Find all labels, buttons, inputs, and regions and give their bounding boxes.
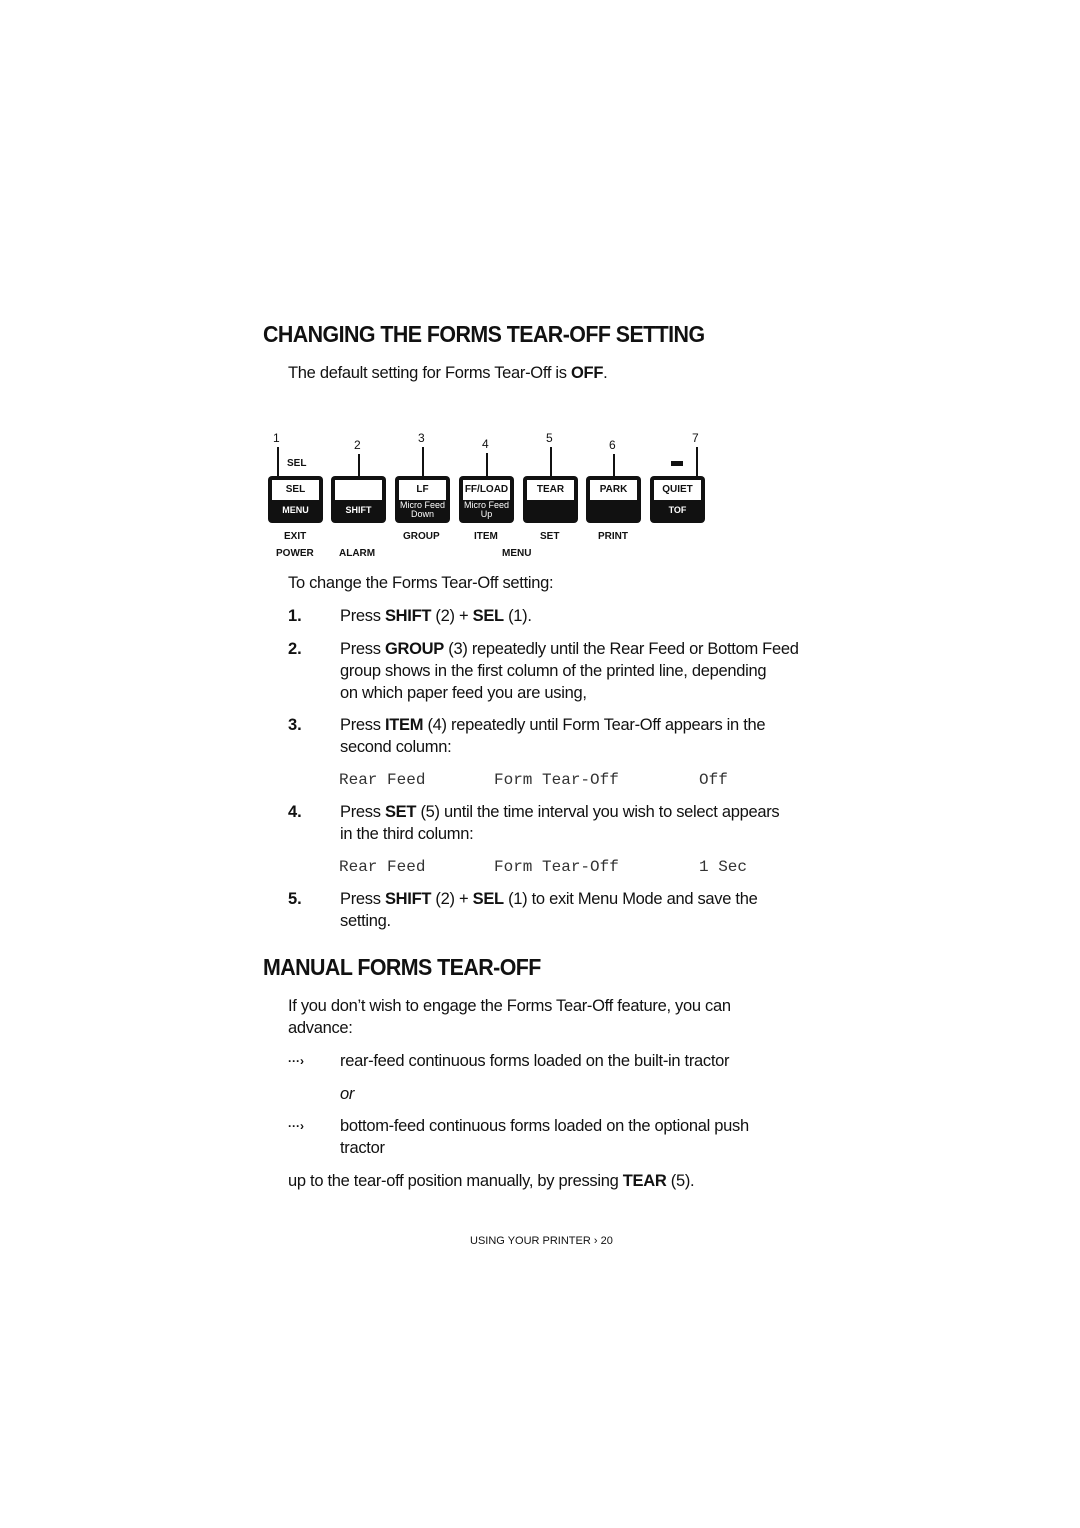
panel-button[interactable]: LF Micro Feed Down <box>395 476 450 523</box>
document-page: CHANGING THE FORMS TEAR-OFF SETTING The … <box>0 0 1080 1528</box>
panel-button[interactable]: TEAR <box>523 476 578 523</box>
printout-column: Off <box>699 771 728 789</box>
leader-line <box>550 447 552 476</box>
panel-button[interactable]: FF/LOAD Micro Feed Up <box>459 476 514 523</box>
function-label: ITEM <box>474 531 498 542</box>
step-text: on which paper feed you are using, <box>340 684 587 702</box>
paragraph-line: If you don’t wish to engage the Forms Te… <box>288 997 731 1015</box>
step-text-part: Press <box>340 607 385 625</box>
step-text: Press SHIFT (2) + SEL (1). <box>340 607 532 626</box>
button-top-label: QUIET <box>654 480 701 500</box>
step-number: 1. <box>288 607 302 625</box>
function-label: SET <box>540 531 560 542</box>
button-top-label: PARK <box>590 480 637 500</box>
bullet-text: tractor <box>340 1139 385 1157</box>
button-top-label <box>335 480 382 500</box>
leader-line <box>696 447 698 476</box>
leader-line <box>486 453 488 476</box>
printout-column: 1 Sec <box>699 858 748 876</box>
step-number: 2. <box>288 640 302 658</box>
step-text: Press SET (5) until the time interval yo… <box>340 803 780 821</box>
bullet-text: bottom-feed continuous forms loaded on t… <box>340 1117 749 1135</box>
paragraph-line: advance: <box>288 1019 353 1037</box>
step-text: group shows in the first column of the p… <box>340 662 767 680</box>
printout-column: Form Tear-Off <box>494 771 619 789</box>
panel-button[interactable]: SEL MENU <box>268 476 323 523</box>
step-text-part: (2) + <box>431 607 473 625</box>
leader-line <box>277 447 279 476</box>
button-number: 6 <box>609 438 616 452</box>
step-text: Press GROUP (3) repeatedly until the Rea… <box>340 640 799 658</box>
printout-column: Form Tear-Off <box>494 858 619 876</box>
arrow-bullet-icon: ···› <box>288 1119 304 1133</box>
button-top-label: TEAR <box>527 480 574 500</box>
page-footer: USING YOUR PRINTER › 20 <box>470 1235 613 1247</box>
step-text-part: SHIFT <box>384 607 432 625</box>
button-top-label: FF/LOAD <box>463 480 510 500</box>
steps-intro: To change the Forms Tear-Off setting: <box>288 574 554 592</box>
outro-text: up to the tear-off position manually, by… <box>288 1172 695 1190</box>
step-number: 4. <box>288 803 302 821</box>
function-label: POWER <box>276 548 314 559</box>
section-heading: CHANGING THE FORMS TEAR-OFF SETTING <box>263 321 705 347</box>
step-text: second column: <box>340 738 452 756</box>
intro-text: The default setting for Forms Tear-Off i… <box>288 364 608 382</box>
panel-button[interactable]: QUIET TOF <box>650 476 705 523</box>
step-number: 5. <box>288 890 302 908</box>
function-label: MENU <box>502 548 532 559</box>
section-heading: MANUAL FORMS TEAR-OFF <box>263 954 541 980</box>
step-text: Press SHIFT (2) + SEL (1) to exit Menu M… <box>340 890 758 908</box>
step-text: in the third column: <box>340 825 474 843</box>
leader-line <box>422 447 424 476</box>
step-text: Press ITEM (4) repeatedly until Form Tea… <box>340 716 766 734</box>
button-number: 1 <box>273 431 280 445</box>
button-bottom-label: TOF <box>668 505 687 515</box>
step-number: 3. <box>288 716 302 734</box>
button-number: 5 <box>546 431 553 445</box>
button-number: 2 <box>354 438 361 452</box>
button-top-label: SEL <box>272 480 319 500</box>
or-text: or <box>340 1085 355 1103</box>
function-label: EXIT <box>284 531 307 542</box>
leader-line <box>613 454 615 476</box>
step-text-part: SEL <box>472 607 505 625</box>
button-bottom-label: Micro Feed Down <box>399 500 445 519</box>
bullet-text: rear-feed continuous forms loaded on the… <box>340 1052 730 1070</box>
button-bottom-label: Micro Feed Up <box>463 500 509 519</box>
panel-button[interactable]: SHIFT <box>331 476 386 523</box>
printout-column: Rear Feed <box>339 771 426 789</box>
button-number: 4 <box>482 437 489 451</box>
step-text-part: (1). <box>503 607 532 625</box>
panel-button[interactable]: PARK <box>586 476 641 523</box>
button-top-label: LF <box>399 480 446 500</box>
function-label: ALARM <box>339 548 376 559</box>
arrow-bullet-icon: ···› <box>288 1054 304 1068</box>
function-label: PRINT <box>598 531 628 542</box>
leader-line <box>358 454 360 476</box>
button-bottom-label: SHIFT <box>345 505 372 515</box>
quiet-indicator-icon <box>671 461 683 466</box>
button-bottom-label: MENU <box>282 505 309 515</box>
button-number: 7 <box>692 431 699 445</box>
button-number: 3 <box>418 431 425 445</box>
step-text: setting. <box>340 912 391 930</box>
printout-column: Rear Feed <box>339 858 426 876</box>
sel-indicator-label: SEL <box>287 458 307 469</box>
function-label: GROUP <box>403 531 440 542</box>
